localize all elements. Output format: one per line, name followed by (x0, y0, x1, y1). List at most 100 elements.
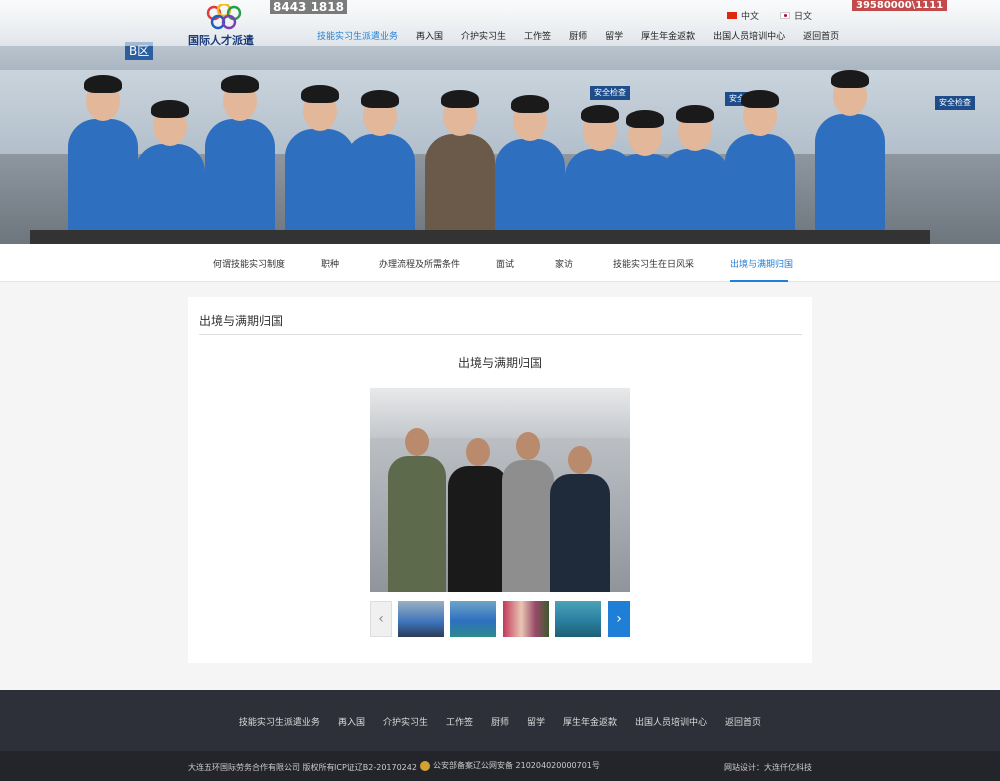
subnav-item-intern-life[interactable]: 技能实习生在日风采 (613, 257, 694, 270)
footer-link-study-abroad[interactable]: 留学 (527, 715, 545, 728)
hero-person-hair (84, 75, 122, 93)
hero-person (725, 84, 795, 244)
hero-person-body (345, 134, 415, 244)
hero-person (205, 69, 275, 244)
chevron-right-icon: › (616, 611, 622, 627)
banner-phone-fragment: 8443 1818 (270, 0, 347, 14)
police-badge-icon (420, 760, 430, 771)
hero-person-hair (441, 90, 479, 108)
hero-person (68, 69, 138, 244)
hero-person-hair (221, 75, 259, 93)
copyright-text: 大连五环国际劳务合作有限公司 版权所有 (188, 763, 335, 772)
content-card: 出境与满期归国 出境与满期归国 ‹ › (188, 297, 812, 663)
hero-person-body (815, 114, 885, 244)
lang-chinese[interactable]: 中文 (727, 9, 759, 22)
subnav-item-home-visit[interactable]: 家访 (555, 257, 573, 270)
police-record-link[interactable]: 公安部备案辽公网安备 210204020000701号 (420, 760, 600, 771)
hero-sign-security: 安全检查 (935, 96, 975, 110)
subnav-item-interview[interactable]: 面试 (496, 257, 514, 270)
footer-link-care-intern[interactable]: 介护实习生 (383, 715, 428, 728)
copyright-bar: 大连五环国际劳务合作有限公司 版权所有 ICP证辽B2-20170242 公安部… (0, 751, 1000, 781)
nav-item-chef[interactable]: 厨师 (569, 29, 587, 42)
hero-person (660, 99, 730, 244)
nav-item-technical-intern[interactable]: 技能实习生派遣业务 (317, 29, 398, 42)
hero-sign-security: 安全检查 (590, 86, 630, 100)
footer-nav: 技能实习生派遣业务 再入国 介护实习生 工作签 厨师 留学 厚生年金返款 出国人… (0, 715, 1000, 728)
hero-person-hair (301, 85, 339, 103)
subnav-item-departure-return[interactable]: 出境与满期归国 (730, 257, 793, 270)
hero-person (815, 64, 885, 244)
hero-person-hair (361, 90, 399, 108)
subnav-active-underline (730, 280, 788, 282)
thumbnail-1[interactable] (398, 601, 444, 637)
thumbnail-prev-button[interactable]: ‹ (370, 601, 392, 637)
hero-person-hair (151, 100, 189, 118)
sub-navigation: 何谓技能实习制度 职种 办理流程及所需条件 面试 家访 技能实习生在日风采 出境… (0, 244, 1000, 282)
hero-person-hair (511, 95, 549, 113)
photo-person-body (448, 466, 508, 592)
footer-link-training-center[interactable]: 出国人员培训中心 (635, 715, 707, 728)
subnav-item-job-types[interactable]: 职种 (321, 257, 339, 270)
hero-person (345, 84, 415, 244)
footer-link-pension-refund[interactable]: 厚生年金返款 (563, 715, 617, 728)
banner-phone-fragment-right: 39580000\1111 (852, 0, 948, 11)
footer-link-chef[interactable]: 厨师 (491, 715, 509, 728)
hero-person (135, 94, 205, 244)
hero-person-body (68, 119, 138, 244)
thumbnail-strip: ‹ › (370, 601, 630, 637)
photo-person (388, 422, 446, 592)
hero-person-body (425, 134, 495, 244)
footer-link-reentry[interactable]: 再入国 (338, 715, 365, 728)
thumbnail-next-button[interactable]: › (608, 601, 630, 637)
photo-person (448, 432, 508, 592)
nav-item-home[interactable]: 返回首页 (803, 29, 839, 42)
photo-person-body (550, 474, 610, 592)
nav-item-pension-refund[interactable]: 厚生年金返款 (641, 29, 695, 42)
photo-person-head (466, 438, 490, 466)
footer-link-home[interactable]: 返回首页 (725, 715, 761, 728)
nav-item-study-abroad[interactable]: 留学 (605, 29, 623, 42)
design-credit[interactable]: 网站设计：大连仟亿科技 (724, 762, 812, 773)
site-logo[interactable]: 国际人才派遣 (188, 4, 260, 47)
photo-person-head (516, 432, 540, 460)
main-nav: 技能实习生派遣业务 再入国 介护实习生 工作签 厨师 留学 厚生年金返款 出国人… (317, 29, 857, 42)
subnav-item-system[interactable]: 何谓技能实习制度 (213, 257, 285, 270)
police-record-text: 公安部备案辽公网安备 210204020000701号 (433, 761, 600, 770)
japan-flag-icon (780, 12, 790, 19)
main-gallery-photo (370, 388, 630, 592)
site-footer: 技能实习生派遣业务 再入国 介护实习生 工作签 厨师 留学 厚生年金返款 出国人… (0, 690, 1000, 751)
nav-item-training-center[interactable]: 出国人员培训中心 (713, 29, 785, 42)
thumbnail-3[interactable] (503, 601, 549, 637)
logo-rings-icon (206, 4, 242, 30)
hero-person (425, 84, 495, 244)
photo-person (550, 440, 610, 592)
hero-person-body (135, 144, 205, 244)
subnav-item-process[interactable]: 办理流程及所需条件 (379, 257, 460, 270)
hero-person-hair (831, 70, 869, 88)
lang-chinese-label: 中文 (741, 12, 760, 22)
lang-japanese-label: 日文 (794, 12, 813, 22)
nav-item-work-visa[interactable]: 工作签 (524, 29, 551, 42)
nav-item-care-intern[interactable]: 介护实习生 (461, 29, 506, 42)
photo-person-head (405, 428, 429, 456)
footer-link-work-visa[interactable]: 工作签 (446, 715, 473, 728)
photo-person-body (388, 456, 446, 592)
thumbnail-2[interactable] (450, 601, 496, 637)
icp-license-link[interactable]: ICP证辽B2-20170242 (334, 762, 417, 773)
hero-person-hair (676, 105, 714, 123)
hero-person-hair (626, 110, 664, 128)
china-flag-icon (727, 12, 737, 19)
lang-japanese[interactable]: 日文 (780, 9, 812, 22)
chevron-left-icon: ‹ (378, 611, 384, 627)
hero-person-hair (741, 90, 779, 108)
thumbnail-4[interactable] (555, 601, 601, 637)
nav-item-reentry[interactable]: 再入国 (416, 29, 443, 42)
logo-text: 国际人才派遣 (188, 34, 254, 47)
photo-person-head (568, 446, 592, 474)
section-title: 出境与满期归国 (199, 314, 284, 328)
photo-person (502, 426, 554, 592)
article-title: 出境与满期归国 (457, 356, 542, 370)
hero-luggage-carts (30, 230, 930, 244)
hero-person-body (495, 139, 565, 244)
footer-link-technical-intern[interactable]: 技能实习生派遣业务 (239, 715, 320, 728)
